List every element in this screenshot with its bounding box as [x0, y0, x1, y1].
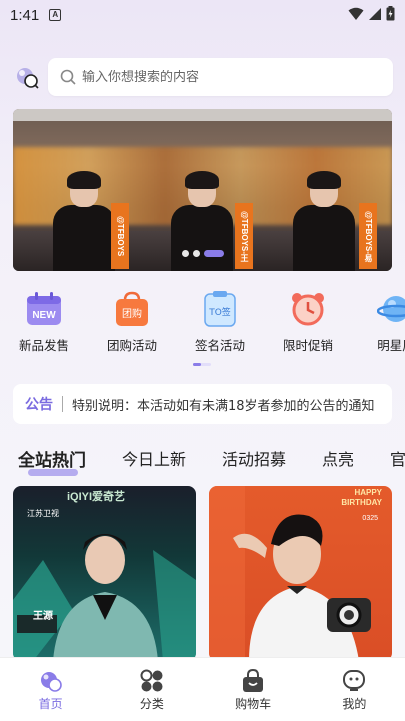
nav-profile-label: 我的 [342, 697, 367, 711]
category-group-buy[interactable]: 团购 团购活动 [88, 290, 176, 354]
notification-a-icon: A [49, 9, 62, 21]
tab-recruit[interactable]: 活动招募 [222, 446, 286, 476]
category-label: 签名活动 [194, 338, 245, 353]
banner-tag-3: @TFBOYS-易 [359, 203, 377, 269]
banner-dot-2[interactable] [192, 250, 200, 257]
category-new-release[interactable]: NEW 新品发售 [0, 290, 88, 354]
product-card-2[interactable]: HAPPY BIRTHDAY 0325 [209, 486, 392, 661]
status-time: 1:41 [10, 6, 40, 24]
category-label: 团购活动 [106, 338, 157, 353]
card-1-name: 王源 [33, 611, 53, 622]
wifi-icon [348, 7, 364, 20]
nav-cart-label: 购物车 [235, 697, 272, 711]
search-input[interactable] [82, 69, 393, 85]
category-row: NEW 新品发售 团购 团购活动 TO签 签名活动 限时促销 明星周 [0, 290, 405, 354]
svg-text:TO签: TO签 [208, 306, 231, 318]
tab-official[interactable]: 官 [390, 446, 405, 476]
nav-home[interactable]: 首页 [0, 658, 101, 721]
feed-tabs: 全站热门 今日上新 活动招募 点亮 官 [18, 446, 405, 476]
profile-face-icon [343, 670, 366, 691]
banner-dot-3-active[interactable] [203, 250, 224, 257]
svg-text:团购: 团购 [122, 307, 142, 320]
banner-tag-1: @TFBOYS [111, 203, 129, 269]
tab-today-new[interactable]: 今日上新 [122, 446, 186, 476]
card-1-logo-text: iQIYI爱奇艺 [67, 491, 126, 503]
search-box[interactable] [48, 58, 393, 96]
announcement-text: 特别说明：本活动如有未满18岁者参加的公告的通知 [72, 398, 375, 414]
category-label: 新品发售 [18, 338, 69, 353]
product-card-1[interactable]: iQIYI爱奇艺 江苏卫视 王源 [13, 486, 196, 661]
card-2-portrait [209, 486, 371, 661]
nav-category[interactable]: 分类 [101, 658, 202, 721]
tab-hot[interactable]: 全站热门 [18, 446, 86, 476]
signal-icon [369, 7, 381, 20]
tab-light-up[interactable]: 点亮 [322, 446, 354, 476]
svg-text:NEW: NEW [32, 310, 56, 321]
banner-pagination [0, 250, 405, 257]
category-label: 限时促销 [282, 338, 333, 353]
group-buy-bag-icon: 团购 [113, 290, 151, 327]
category-signature[interactable]: TO签 签名活动 [176, 290, 264, 354]
planet-icon [377, 290, 405, 327]
app-logo-planet-icon[interactable] [14, 64, 40, 90]
category-grid-icon [140, 669, 163, 692]
signature-board-icon: TO签 [201, 290, 239, 327]
banner-dot-1[interactable] [181, 250, 189, 257]
category-star-week[interactable]: 明星周 [352, 290, 405, 354]
bottom-navigation: 首页 分类 购物车 我的 [0, 657, 405, 721]
home-planet-icon [40, 672, 62, 692]
nav-profile[interactable]: 我的 [304, 658, 405, 721]
nav-cart[interactable]: 购物车 [203, 658, 304, 721]
nav-category-label: 分类 [139, 697, 164, 711]
banner-tag-2: @TFBOYS-王 [235, 203, 253, 269]
search-row [12, 58, 393, 96]
battery-icon [386, 6, 395, 21]
status-bar: 1:41 A [0, 0, 405, 30]
shopping-bag-icon [243, 669, 264, 692]
card-1-channel: 江苏卫视 [27, 509, 59, 518]
status-icons [348, 6, 395, 21]
announcement-divider [62, 396, 63, 412]
category-scroll-indicator [193, 363, 211, 366]
announcement-bar[interactable]: 公告 特别说明：本活动如有未满18岁者参加的公告的通知 [13, 384, 392, 424]
card-1-portrait [13, 534, 196, 661]
announcement-label: 公告 [25, 397, 53, 413]
search-icon [60, 69, 76, 85]
category-label: 明星周 [377, 338, 405, 353]
nav-home-label: 首页 [38, 697, 63, 711]
banner-ceiling [13, 109, 392, 121]
category-flash-sale[interactable]: 限时促销 [264, 290, 352, 354]
new-calendar-icon: NEW [25, 290, 63, 327]
promo-banner[interactable]: @TFBOYS @TFBOYS-王 @TFBOYS-易 [13, 109, 392, 271]
alarm-clock-icon [289, 290, 327, 327]
